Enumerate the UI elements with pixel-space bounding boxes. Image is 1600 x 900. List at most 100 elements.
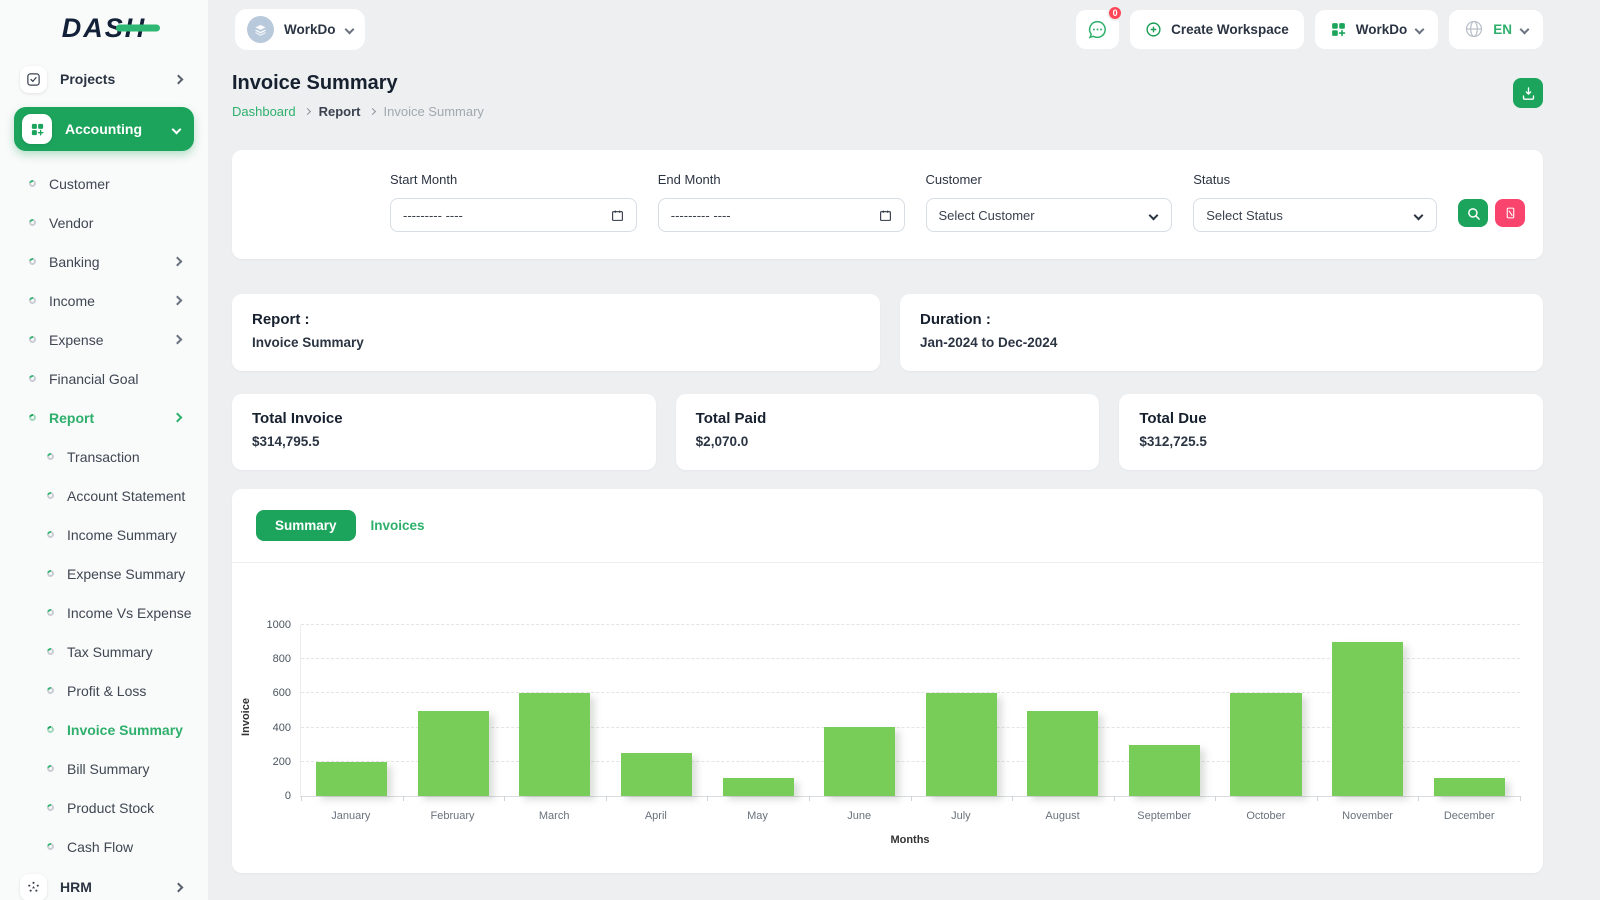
bullet-icon	[45, 763, 56, 774]
sidebar-item-income-vs-expense[interactable]: Income Vs Expense	[0, 593, 208, 632]
building-layers-icon	[255, 24, 266, 36]
sidebar-item-expense-summary[interactable]: Expense Summary	[0, 554, 208, 593]
bar-september[interactable]	[1128, 744, 1200, 796]
grid-plus-icon-box	[22, 114, 52, 144]
sidebar-item-account-statement[interactable]: Account Statement	[0, 476, 208, 515]
duration-card: Duration : Jan-2024 to Dec-2024	[900, 294, 1543, 371]
sidebar-item-profit-loss[interactable]: Profit & Loss	[0, 671, 208, 710]
chevron-right-icon	[173, 74, 184, 84]
messages-button[interactable]: 0	[1076, 4, 1124, 49]
chevron-right-icon	[172, 256, 183, 267]
y-tick-1000: 1000	[266, 619, 291, 631]
breadcrumb-dashboard[interactable]: Dashboard	[232, 104, 296, 119]
x-tickmark	[1520, 796, 1521, 801]
sidebar-item-invoice-summary[interactable]: Invoice Summary	[0, 710, 208, 749]
create-workspace-button[interactable]: Create Workspace	[1130, 9, 1304, 49]
x-tickmark	[1113, 796, 1115, 801]
x-tickmark	[301, 796, 302, 801]
sidebar-item-transaction[interactable]: Transaction	[0, 437, 208, 476]
sidebar-item-vendor[interactable]: Vendor	[0, 203, 208, 242]
sidebar-item-income-summary[interactable]: Income Summary	[0, 515, 208, 554]
language-selector[interactable]: EN	[1449, 9, 1543, 49]
bar-november[interactable]	[1332, 642, 1404, 796]
sidebar-item-hrm[interactable]: HRM	[14, 872, 194, 900]
total-invoice-card: Total Invoice $314,795.5	[232, 394, 656, 470]
dots-circle-icon-box	[20, 873, 47, 900]
sidebar-item-label: Expense	[49, 331, 104, 348]
report-card-title: Report :	[252, 311, 310, 328]
bar-may[interactable]	[722, 778, 794, 796]
sidebar-item-accounting[interactable]: Accounting	[14, 107, 194, 151]
chevron-down-icon	[1519, 24, 1530, 34]
page-title: Invoice Summary	[232, 72, 398, 94]
customer-select[interactable]: Select Customer	[925, 198, 1173, 232]
sidebar-item-label: Report	[49, 409, 95, 426]
download-button[interactable]	[1513, 78, 1543, 108]
tab-summary[interactable]: Summary	[256, 510, 356, 541]
status-select[interactable]: Select Status	[1193, 198, 1438, 232]
bar-february[interactable]	[417, 710, 489, 796]
bullet-icon	[27, 178, 38, 189]
sidebar-item-projects[interactable]: Projects	[14, 64, 194, 94]
chevron-right-icon	[172, 295, 183, 306]
start-month-placeholder: --------- ----	[403, 207, 463, 223]
bullet-icon	[45, 841, 56, 852]
sidebar-item-label: HRM	[60, 879, 92, 895]
workspace-selector[interactable]: WorkDo	[235, 8, 365, 50]
bullet-icon	[45, 685, 56, 696]
sidebar-item-tax-summary[interactable]: Tax Summary	[0, 632, 208, 671]
sidebar-item-label: Accounting	[65, 121, 142, 137]
sidebar-item-label: Product Stock	[67, 799, 155, 816]
bar-april[interactable]	[620, 753, 693, 796]
stats-row: Total Invoice $314,795.5 Total Paid $2,0…	[232, 394, 1544, 470]
bar-june[interactable]	[824, 726, 896, 796]
duration-card-title: Duration :	[920, 311, 991, 328]
bar-group-february	[403, 625, 505, 796]
sidebar-item-cash-flow[interactable]: Cash Flow	[0, 827, 208, 866]
reset-filter-button[interactable]	[1495, 199, 1526, 227]
bar-group-september	[1114, 625, 1216, 796]
report-card: Report : Invoice Summary	[232, 294, 880, 371]
bullet-icon	[27, 334, 38, 345]
sidebar-item-report[interactable]: Report	[0, 398, 208, 437]
report-card-value: Invoice Summary	[252, 335, 364, 350]
sidebar-item-banking[interactable]: Banking	[0, 242, 208, 281]
bar-october[interactable]	[1230, 692, 1302, 796]
y-tick-600: 600	[272, 687, 291, 700]
tab-invoices[interactable]: Invoices	[371, 518, 425, 533]
sidebar-item-label: Account Statement	[67, 487, 186, 504]
start-month-input[interactable]: --------- ----	[390, 198, 637, 232]
status-select-value: Select Status	[1206, 207, 1283, 223]
sidebar-item-product-stock[interactable]: Product Stock	[0, 788, 208, 827]
bar-group-june	[809, 625, 911, 796]
filter-actions	[1458, 199, 1526, 232]
bar-december[interactable]	[1433, 778, 1505, 796]
sidebar-item-expense[interactable]: Expense	[0, 320, 208, 359]
sidebar-item-label: Income Vs Expense	[67, 604, 192, 621]
bar-march[interactable]	[519, 692, 591, 796]
grid-plus-icon	[1330, 21, 1347, 38]
sidebar-item-bill-summary[interactable]: Bill Summary	[0, 749, 208, 788]
logo-accent-bar	[116, 24, 161, 32]
calendar-icon	[879, 210, 891, 221]
workdo-menu-button[interactable]: WorkDo	[1314, 9, 1439, 49]
sidebar-item-customer[interactable]: Customer	[0, 164, 208, 203]
bullet-icon	[45, 802, 56, 813]
bullet-icon	[27, 256, 38, 267]
breadcrumb-report[interactable]: Report	[319, 104, 361, 119]
chevron-down-icon	[1148, 210, 1159, 220]
dots-circle-icon	[26, 880, 41, 895]
bar-august[interactable]	[1027, 710, 1099, 796]
sidebar-item-label: Cash Flow	[67, 838, 134, 855]
page-header: Invoice Summary Dashboard Report Invoice…	[232, 72, 1543, 119]
bar-january[interactable]	[316, 761, 388, 796]
apply-filter-button[interactable]	[1458, 199, 1489, 227]
end-month-input[interactable]: --------- ----	[657, 198, 905, 232]
app-logo[interactable]: DASH	[62, 13, 161, 44]
x-tickmark	[504, 796, 506, 801]
sidebar-item-income[interactable]: Income	[0, 281, 208, 320]
logo-container: DASH	[0, 0, 208, 56]
bullet-icon	[27, 373, 38, 384]
sidebar-item-financial-goal[interactable]: Financial Goal	[0, 359, 208, 398]
bar-july[interactable]	[925, 692, 997, 796]
